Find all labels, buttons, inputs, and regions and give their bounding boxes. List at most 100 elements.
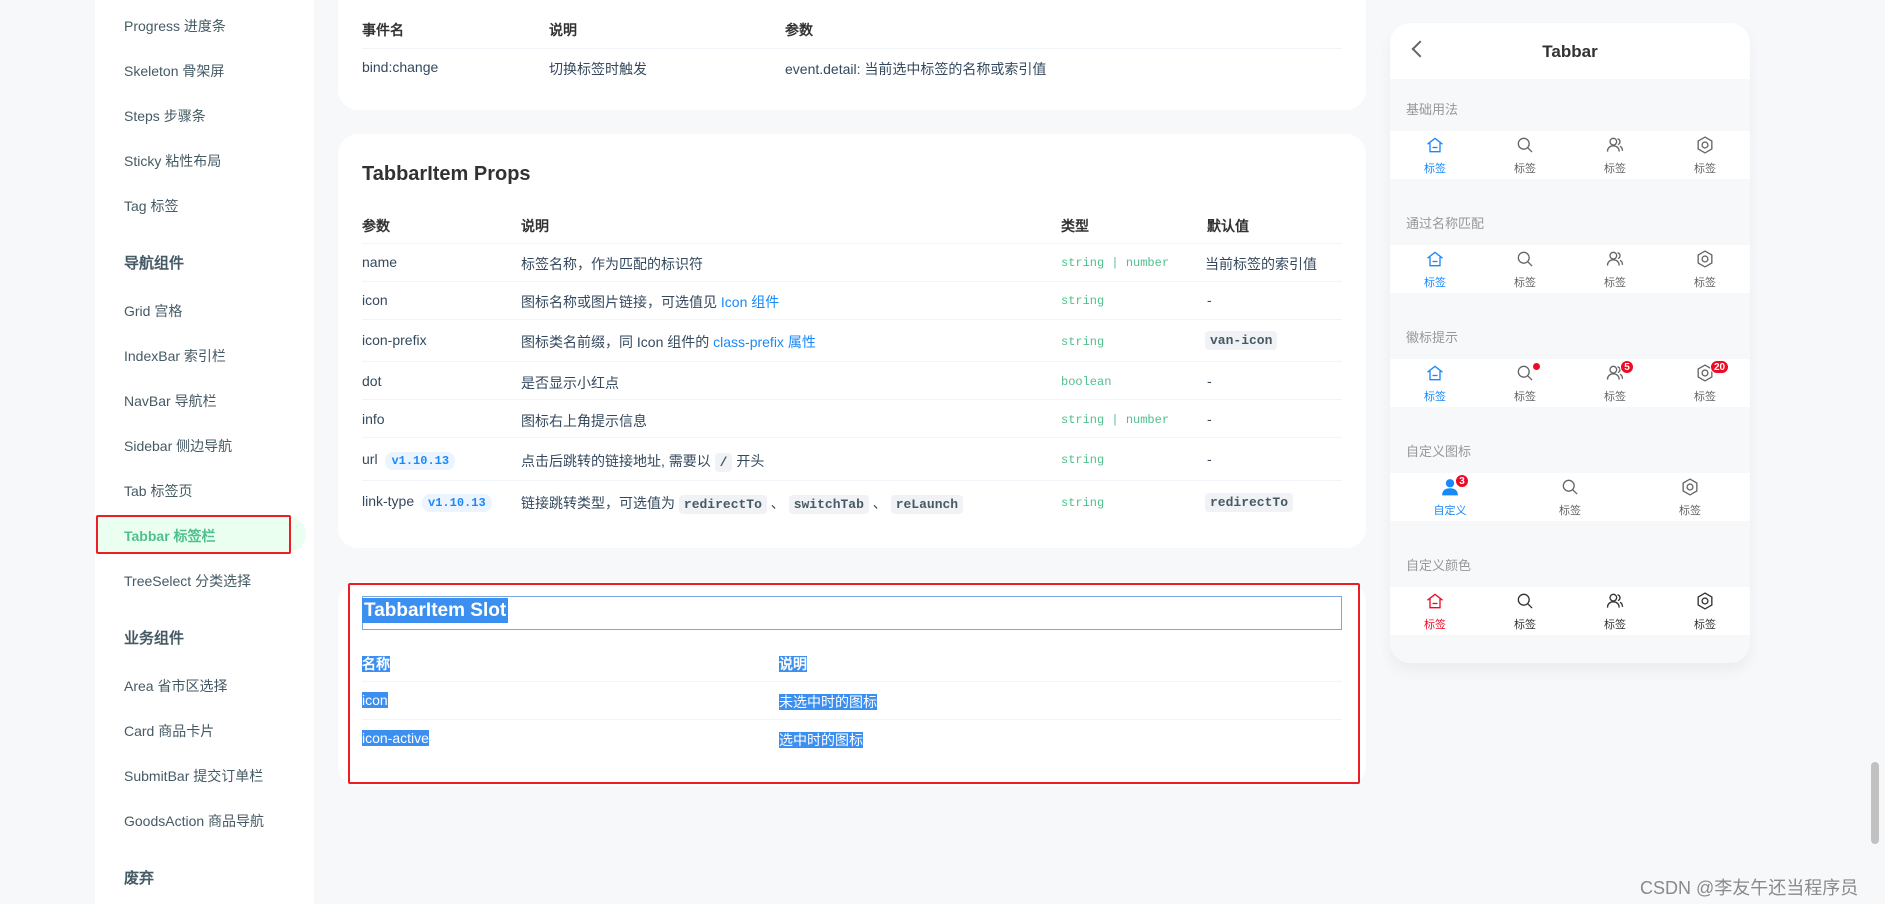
tabbar-item-label: 标签 <box>1514 390 1536 403</box>
tabbar-item[interactable]: 标签 <box>1510 473 1630 521</box>
sidebar-item-sidebar[interactable]: Sidebar 侧边导航 <box>124 436 232 456</box>
row-divider <box>362 319 1342 320</box>
tabbar-item-label: 标签 <box>1604 276 1626 289</box>
sidebar-item-goodsaction[interactable]: GoodsAction 商品导航 <box>124 811 264 831</box>
friends-icon <box>1605 591 1625 616</box>
prop-param-info: info <box>362 411 385 427</box>
prop-default-icon: - <box>1207 292 1212 308</box>
sidebar-item-indexbar[interactable]: IndexBar 索引栏 <box>124 346 226 366</box>
tabbar-item[interactable]: 标签 <box>1480 359 1570 407</box>
sidebar-item-tab[interactable]: Tab 标签页 <box>124 481 192 501</box>
prop-param-url: url v1.10.13 <box>362 451 456 470</box>
prop-type-name: string | number <box>1061 256 1170 270</box>
prop-desc-url: 点击后跳转的链接地址, 需要以 / 开头 <box>521 453 765 472</box>
demo-title-basic: 基础用法 <box>1406 102 1459 117</box>
tabbar-item[interactable]: 标签 <box>1480 245 1570 293</box>
tabbar-item[interactable]: 标签 <box>1390 245 1480 293</box>
tabbar-item-label: 标签 <box>1514 618 1536 631</box>
sidebar-item-progress[interactable]: Progress 进度条 <box>124 16 226 36</box>
prop-desc-dot: 是否显示小红点 <box>521 375 619 391</box>
sidebar-item-treeselect[interactable]: TreeSelect 分类选择 <box>124 571 251 591</box>
tabbar-item[interactable]: 标签 <box>1630 473 1750 521</box>
tabbar-item[interactable]: 标签 <box>1390 359 1480 407</box>
tabbar-item[interactable]: 标签 <box>1390 587 1480 635</box>
tabbar-item-label: 标签 <box>1424 618 1446 631</box>
sidebar-item-steps[interactable]: Steps 步骤条 <box>124 106 206 126</box>
tabbar-item-label: 标签 <box>1424 276 1446 289</box>
nav-group-navigation: 导航组件 <box>124 255 185 272</box>
prop-param-icon: icon <box>362 292 388 308</box>
sidebar-item-skeleton[interactable]: Skeleton 骨架屏 <box>124 61 224 81</box>
sidebar-item-sticky[interactable]: Sticky 粘性布局 <box>124 151 221 171</box>
tabbar-match-by-name: 标签 标签 标签 标签 <box>1390 245 1750 293</box>
tabbar-item-label: 标签 <box>1604 162 1626 175</box>
tabbar-custom-icon: 自定义 3 标签 标签 <box>1390 473 1750 521</box>
setting-icon <box>1695 135 1715 160</box>
prop-type-url: string <box>1061 453 1105 467</box>
tabbar-item[interactable]: 标签 20 <box>1660 359 1750 407</box>
tabbar-item-label: 标签 <box>1604 390 1626 403</box>
props-header-desc: 说明 <box>521 218 549 234</box>
version-badge: v1.10.13 <box>385 452 456 470</box>
icon-component-link[interactable]: Icon 组件 <box>721 294 779 310</box>
tabbar-badge: 标签 标签 标签 5 标签 20 <box>1390 359 1750 407</box>
tabbar-item[interactable]: 标签 <box>1570 587 1660 635</box>
tabbar-item[interactable]: 标签 <box>1570 245 1660 293</box>
tabbar-item-label: 标签 <box>1514 162 1536 175</box>
tabbar-item[interactable]: 标签 <box>1480 131 1570 179</box>
props-header-default: 默认值 <box>1207 218 1249 234</box>
sim-title: Tabbar <box>1542 42 1598 61</box>
tabbar-item[interactable]: 标签 <box>1660 587 1750 635</box>
sidebar-item-tag[interactable]: Tag 标签 <box>124 196 178 216</box>
row-divider <box>362 361 1342 362</box>
events-cell-name: bind:change <box>362 59 439 75</box>
row-divider <box>362 243 1342 244</box>
prop-param-icon-prefix: icon-prefix <box>362 332 427 348</box>
prop-desc-info: 图标右上角提示信息 <box>521 413 647 429</box>
tabbar-item[interactable]: 标签 5 <box>1570 359 1660 407</box>
events-cell-desc: 切换标签时触发 <box>549 61 647 77</box>
page-scrollbar[interactable] <box>1871 762 1879 844</box>
tabbar-item[interactable]: 标签 <box>1660 131 1750 179</box>
demo-title-match-by-name: 通过名称匹配 <box>1406 216 1485 231</box>
sidebar-item-grid[interactable]: Grid 宫格 <box>124 301 182 321</box>
row-divider <box>362 437 1342 438</box>
tabbar-item-label: 标签 <box>1514 276 1536 289</box>
prop-default-icon-prefix: van-icon <box>1205 331 1278 350</box>
sidebar-item-submitbar[interactable]: SubmitBar 提交订单栏 <box>124 766 263 786</box>
tabbar-item[interactable]: 标签 <box>1570 131 1660 179</box>
sidebar-item-navbar[interactable]: NavBar 导航栏 <box>124 391 217 411</box>
watermark-text: CSDN @李友午还当程序员 <box>1640 878 1859 898</box>
prop-type-icon: string <box>1061 294 1105 308</box>
prop-param-link-type: link-type v1.10.13 <box>362 493 492 512</box>
tabbar-item[interactable]: 标签 <box>1660 245 1750 293</box>
class-prefix-link[interactable]: class-prefix 属性 <box>713 334 816 350</box>
row-divider <box>362 48 1342 49</box>
prop-default-dot: - <box>1207 373 1212 389</box>
events-header-desc: 说明 <box>549 22 577 38</box>
prop-type-icon-prefix: string <box>1061 335 1105 349</box>
home-icon <box>1425 249 1445 274</box>
info-badge: 3 <box>1455 474 1469 488</box>
annotation-box-nav <box>96 515 291 554</box>
search-icon <box>1515 135 1535 160</box>
tabbar-item[interactable]: 自定义 3 <box>1390 473 1510 521</box>
friends-icon <box>1605 135 1625 160</box>
props-card: TabbarItem Props 参数 说明 类型 默认值 name 标签名称，… <box>338 134 1366 548</box>
tabbar-item-label: 标签 <box>1694 618 1716 631</box>
search-icon <box>1515 591 1535 616</box>
row-divider <box>362 281 1342 282</box>
events-header-params: 参数 <box>785 22 813 38</box>
tabbar-item[interactable]: 标签 <box>1390 131 1480 179</box>
prop-type-info: string | number <box>1061 413 1170 427</box>
tabbar-item[interactable]: 标签 <box>1480 587 1570 635</box>
tabbar-item-label: 标签 <box>1559 504 1581 517</box>
tabbar-item-label: 标签 <box>1694 162 1716 175</box>
sidebar-item-area[interactable]: Area 省市区选择 <box>124 676 227 696</box>
mobile-simulator: Tabbar 基础用法 标签 标签 标签 标签 通过名称匹配 标签 标签 标签 标签 徽标提… <box>1390 23 1750 663</box>
search-icon <box>1515 363 1535 388</box>
sidebar-item-card[interactable]: Card 商品卡片 <box>124 721 214 741</box>
home-icon <box>1425 135 1445 160</box>
tabbar-item-label: 标签 <box>1424 390 1446 403</box>
sidebar-nav: Progress 进度条 Skeleton 骨架屏 Steps 步骤条 Stic… <box>95 0 314 904</box>
